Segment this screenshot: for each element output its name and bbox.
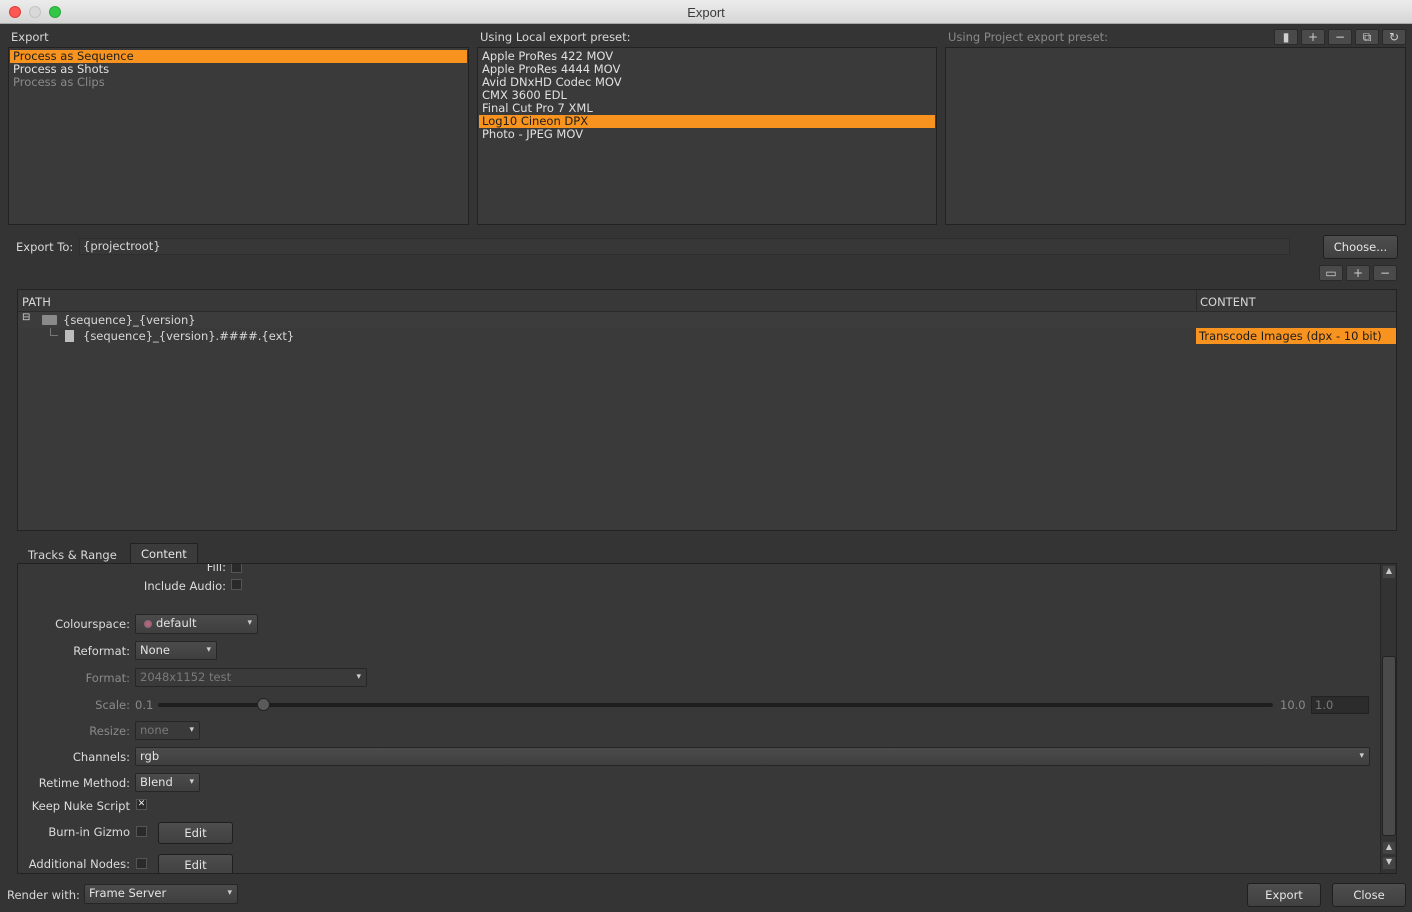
include-audio-label: Include Audio: (143, 579, 226, 593)
minus-icon: − (1334, 30, 1346, 44)
export-structure-tree: PATH CONTENT ⊟ {sequence}_{version} {seq… (17, 289, 1397, 531)
add-preset-button[interactable]: + (1301, 29, 1325, 45)
fill-label: Fill: (206, 563, 226, 574)
keep-nuke-script-label: Keep Nuke Script (31, 799, 130, 813)
folder-name: {sequence}_{version} (63, 313, 196, 327)
colourspace-select[interactable]: default (135, 614, 258, 634)
resize-label: Resize: (89, 724, 130, 738)
file-icon (65, 330, 74, 342)
content-column-header[interactable]: CONTENT (1200, 295, 1256, 309)
channels-value: rgb (140, 749, 160, 763)
project-preset-heading: Using Project export preset: (948, 30, 1109, 44)
close-button[interactable]: Close (1332, 883, 1406, 907)
export-to-value: {projectroot} (83, 239, 161, 253)
retime-select[interactable]: Blend (135, 773, 200, 792)
colourspace-label: Colourspace: (55, 617, 130, 631)
resize-select[interactable]: none (135, 721, 200, 740)
document-icon: ▮ (1282, 30, 1290, 44)
copy-preset-button[interactable]: ⧉ (1355, 29, 1379, 45)
export-button[interactable]: Export (1247, 883, 1321, 907)
folder-icon (42, 315, 57, 325)
scale-min: 0.1 (135, 698, 154, 712)
scrollbar-thumb[interactable] (1382, 656, 1396, 836)
collapse-icon[interactable]: ⊟ (22, 312, 30, 323)
add-folder-button[interactable]: ▭ (1319, 265, 1343, 281)
render-with-label: Render with: (7, 888, 80, 902)
retime-value: Blend (140, 775, 173, 789)
format-select[interactable]: 2048x1152 test (135, 668, 367, 687)
reformat-label: Reformat: (73, 644, 130, 658)
format-label: Format: (85, 671, 130, 685)
additional-nodes-label: Additional Nodes: (28, 857, 130, 871)
local-preset-heading: Using Local export preset: (480, 30, 631, 44)
window-title: Export (687, 5, 725, 20)
render-with-value: Frame Server (89, 886, 167, 900)
file-name: {sequence}_{version}.####.{ext} (83, 329, 295, 343)
plus-icon: + (1352, 266, 1364, 280)
tree-row-file[interactable]: {sequence}_{version}.####.{ext} Transcod… (18, 328, 1396, 344)
scroll-down-icon[interactable]: ▼ (1383, 857, 1395, 869)
content-settings-panel: Fill: Include Audio: Colourspace: defaul… (17, 563, 1397, 874)
new-preset-button[interactable]: ▮ (1274, 29, 1298, 45)
column-divider (1196, 290, 1197, 312)
tree-connector (50, 328, 58, 336)
export-to-field[interactable]: {projectroot} (79, 238, 1290, 255)
fill-checkbox[interactable] (231, 564, 242, 573)
title-bar: Export (0, 0, 1412, 24)
tab-tracks-range[interactable]: Tracks & Range (18, 545, 127, 565)
include-audio-checkbox[interactable] (231, 579, 242, 590)
path-column-header[interactable]: PATH (22, 295, 51, 309)
keep-nuke-script-checkbox[interactable]: ✕ (136, 799, 147, 810)
export-mode-list: Process as Sequence Process as Shots Pro… (8, 47, 469, 225)
resize-value: none (140, 723, 169, 737)
scroll-up-icon[interactable]: ▲ (1383, 566, 1395, 578)
burnin-edit-button[interactable]: Edit (158, 822, 233, 844)
burnin-gizmo-label: Burn-in Gizmo (48, 825, 130, 839)
channels-label: Channels: (72, 750, 130, 764)
additional-nodes-edit-button[interactable]: Edit (158, 854, 233, 873)
colourspace-value: default (156, 616, 197, 630)
remove-path-button[interactable]: − (1373, 265, 1397, 281)
project-preset-list (945, 47, 1406, 225)
export-heading: Export (11, 30, 49, 44)
scroll-up-icon[interactable]: ▲ (1383, 842, 1395, 854)
revert-preset-button[interactable]: ↻ (1382, 29, 1406, 45)
remove-preset-button[interactable]: − (1328, 29, 1352, 45)
scale-value-field[interactable]: 1.0 (1311, 696, 1369, 714)
reformat-select[interactable]: None (135, 641, 217, 660)
list-item-process-clips[interactable]: Process as Clips (10, 76, 467, 89)
plus-icon: + (1307, 30, 1319, 44)
revert-icon: ↻ (1388, 30, 1400, 44)
preset-item[interactable]: Photo - JPEG MOV (479, 128, 935, 141)
folder-add-icon: ▭ (1325, 266, 1337, 280)
tab-content[interactable]: Content (130, 543, 198, 563)
local-preset-list: Apple ProRes 422 MOV Apple ProRes 4444 M… (477, 47, 937, 225)
scale-slider-track[interactable] (158, 703, 1273, 707)
burnin-gizmo-checkbox[interactable] (136, 826, 147, 837)
add-path-button[interactable]: + (1346, 265, 1370, 281)
colour-wheel-icon (144, 620, 152, 628)
scale-slider-handle[interactable] (257, 698, 270, 711)
vertical-scrollbar[interactable]: ▲ ▲ ▼ (1380, 564, 1396, 873)
tree-header: PATH CONTENT (18, 290, 1396, 312)
scale-max: 10.0 (1280, 698, 1306, 712)
additional-nodes-checkbox[interactable] (136, 858, 147, 869)
copy-icon: ⧉ (1362, 30, 1372, 44)
scale-value: 1.0 (1315, 698, 1334, 712)
checkmark-icon: ✕ (137, 799, 146, 809)
scale-label: Scale: (95, 698, 130, 712)
format-value: 2048x1152 test (140, 670, 232, 684)
render-with-select[interactable]: Frame Server (84, 884, 238, 904)
export-to-label: Export To: (16, 240, 74, 254)
choose-button[interactable]: Choose... (1323, 235, 1398, 259)
retime-label: Retime Method: (38, 776, 130, 790)
channels-select[interactable]: rgb (135, 747, 1370, 766)
tree-row-folder[interactable]: ⊟ {sequence}_{version} (18, 312, 1396, 328)
file-content-cell[interactable]: Transcode Images (dpx - 10 bit) (1196, 328, 1396, 344)
minus-icon: − (1379, 266, 1391, 280)
reformat-value: None (140, 643, 171, 657)
